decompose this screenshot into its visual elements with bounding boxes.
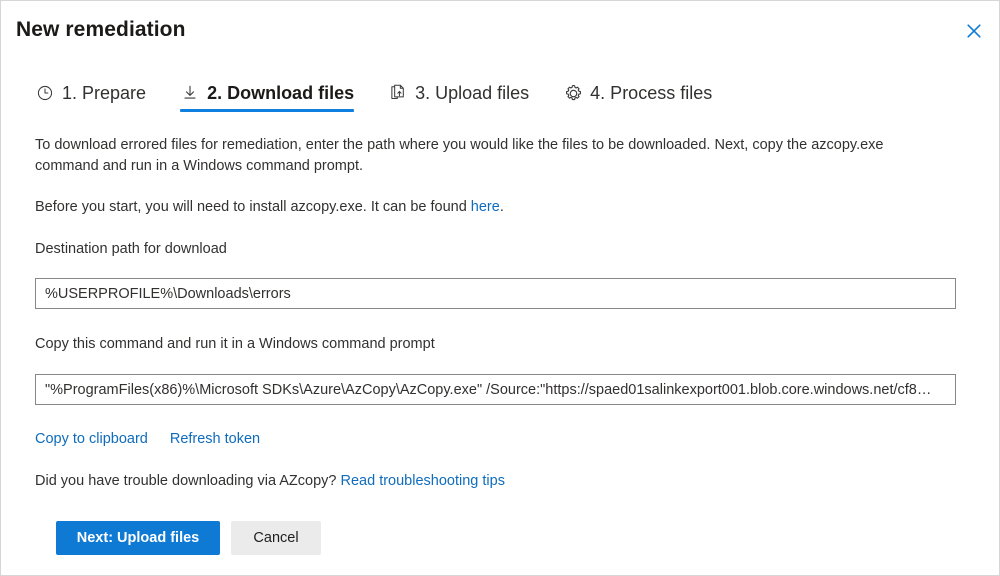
tab-prepare-label: 1. Prepare [62,81,146,105]
destination-path-label: Destination path for download [35,239,227,259]
close-button[interactable] [955,13,993,49]
next-upload-files-button[interactable]: Next: Upload files [56,521,220,555]
destination-path-input[interactable] [35,278,956,309]
wizard-tablist: 1. Prepare 2. Download files [35,75,730,113]
download-icon [180,83,200,103]
copy-to-clipboard-link[interactable]: Copy to clipboard [35,429,148,449]
tab-upload-files-label: 3. Upload files [415,81,529,105]
command-actions: Copy to clipboard Refresh token [35,429,260,449]
gear-icon [563,83,583,103]
command-label: Copy this command and run it in a Window… [35,334,435,354]
page-title: New remediation [16,16,186,44]
troubleshooting-paragraph: Did you have trouble downloading via AZc… [35,471,895,492]
install-paragraph: Before you start, you will need to insta… [35,197,895,218]
troubleshooting-prefix: Did you have trouble downloading via AZc… [35,473,341,489]
dialog-footer: Next: Upload files Cancel [56,521,321,555]
tab-download-files-label: 2. Download files [207,81,354,105]
tab-download-files[interactable]: 2. Download files [180,75,372,111]
azcopy-command-input[interactable] [35,374,956,405]
azcopy-here-link[interactable]: here [471,199,500,215]
file-upload-icon [388,83,408,103]
tab-upload-files[interactable]: 3. Upload files [388,75,547,111]
intro-paragraph: To download errored files for remediatio… [35,135,927,177]
cancel-button[interactable]: Cancel [231,521,321,555]
dialog-header: New remediation [1,1,1000,59]
refresh-token-link[interactable]: Refresh token [170,429,260,449]
tab-process-files-label: 4. Process files [590,81,712,105]
tab-prepare[interactable]: 1. Prepare [35,75,164,111]
close-icon [966,23,982,39]
install-paragraph-suffix: . [500,199,504,215]
tab-process-files[interactable]: 4. Process files [563,75,730,111]
install-paragraph-prefix: Before you start, you will need to insta… [35,199,471,215]
new-remediation-dialog: New remediation 1. Prepare [0,0,1000,576]
clock-icon [35,83,55,103]
read-troubleshooting-tips-link[interactable]: Read troubleshooting tips [341,473,505,489]
tab-active-indicator [180,109,354,112]
